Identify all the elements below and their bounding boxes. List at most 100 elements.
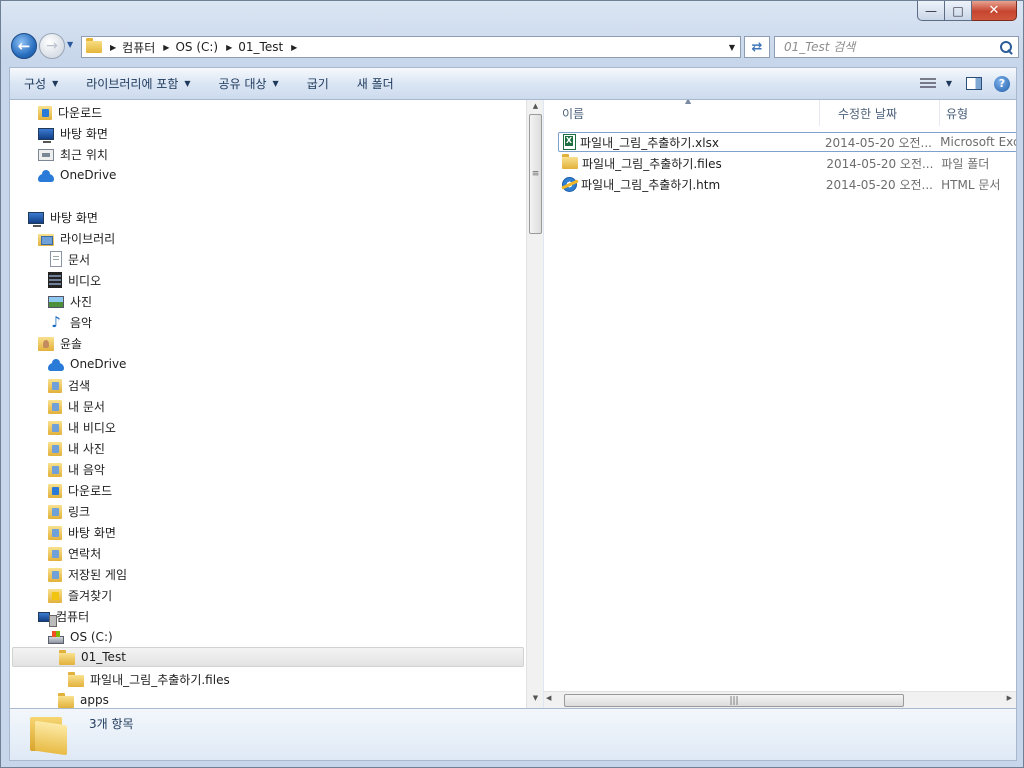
maximize-icon: □ (952, 3, 964, 18)
close-icon: ✕ (988, 3, 1000, 18)
back-arrow-icon: ← (17, 37, 31, 55)
sidebar-item-my-videos[interactable]: 내 비디오 (48, 417, 116, 437)
navigation-bar: ← → ▼ ▶ 컴퓨터 ▶ OS (C:) ▶ 01_Test ▶ ▼ ⇄ (9, 31, 1019, 63)
sidebar-item-documents[interactable]: 문서 (48, 249, 90, 269)
sidebar-item-label: 다운로드 (68, 483, 113, 498)
new-folder-button[interactable]: 새 폴더 (343, 68, 408, 99)
include-in-library-button[interactable]: 라이브러리에 포함 ▼ (72, 68, 204, 99)
sidebar-item-label: 즐겨찾기 (68, 588, 113, 603)
my-documents-icon (48, 399, 62, 414)
sidebar-item-onedrive[interactable]: OneDrive (38, 165, 116, 185)
address-history-dropdown-icon[interactable]: ▼ (724, 43, 740, 52)
refresh-button[interactable]: ⇄ (744, 36, 770, 58)
sidebar-item-user-onedrive[interactable]: OneDrive (48, 354, 126, 374)
sidebar-item-apps[interactable]: apps (58, 690, 109, 708)
forward-button[interactable]: → (39, 33, 65, 59)
organize-button[interactable]: 구성 ▼ (10, 68, 72, 99)
sidebar-item-pictures[interactable]: 사진 (48, 291, 92, 311)
scroll-right-icon[interactable]: ▶ (1007, 694, 1012, 702)
excel-file-icon (563, 134, 576, 150)
preview-pane-button[interactable] (960, 71, 988, 97)
scrollbar-thumb[interactable]: ||| (564, 694, 904, 707)
share-with-button[interactable]: 공유 대상 ▼ (205, 68, 293, 99)
include-in-library-label: 라이브러리에 포함 (86, 77, 179, 91)
sidebar-item-files-folder[interactable]: 파일내_그림_추출하기.files (68, 669, 230, 689)
file-list-horizontal-scrollbar[interactable]: ◀ ||| ▶ (544, 691, 1016, 708)
sidebar-item-user-downloads[interactable]: 다운로드 (48, 480, 112, 500)
breadcrumb-separator-icon[interactable]: ▶ (291, 43, 297, 52)
back-button[interactable]: ← (11, 33, 37, 59)
navigation-pane-scrollbar[interactable]: ▲ ≡ ▼ (526, 100, 543, 708)
sidebar-item-saved-games[interactable]: 저장된 게임 (48, 564, 127, 584)
sidebar-item-label: OneDrive (70, 357, 127, 371)
breadcrumb-folder[interactable]: 01_Test (238, 40, 283, 54)
main-area: 다운로드 바탕 화면 최근 위치 OneDrive 바탕 화면 라이브러리 문서… (9, 99, 1017, 709)
table-row[interactable]: 파일내_그림_추출하기.xlsx 2014-05-20 오전... Micros… (558, 132, 1016, 152)
libraries-icon (38, 233, 54, 246)
sidebar-item-music[interactable]: ♪ 음악 (48, 312, 92, 332)
navigation-pane[interactable]: 다운로드 바탕 화면 최근 위치 OneDrive 바탕 화면 라이브러리 문서… (10, 100, 526, 708)
help-button[interactable]: ? (988, 71, 1016, 97)
sidebar-item-contacts[interactable]: 연락처 (48, 543, 101, 563)
close-button[interactable]: ✕ (972, 1, 1017, 21)
folder-icon (30, 715, 67, 756)
breadcrumb-separator-icon[interactable]: ▶ (226, 43, 232, 52)
sidebar-item-user-desktop[interactable]: 바탕 화면 (48, 522, 116, 542)
links-folder-icon (48, 504, 62, 519)
explorer-window: — □ ✕ ← → ▼ ▶ 컴퓨터 ▶ OS (C:) ▶ 01_Test ▶ … (0, 0, 1024, 768)
breadcrumb-computer[interactable]: 컴퓨터 (122, 39, 155, 56)
change-view-button[interactable]: ▼ (912, 71, 960, 97)
sidebar-item-01-test[interactable]: 01_Test (12, 647, 524, 667)
sidebar-item-videos[interactable]: 비디오 (48, 270, 101, 290)
scrollbar-thumb[interactable]: ≡ (529, 114, 542, 234)
breadcrumb-separator-icon[interactable]: ▶ (110, 43, 116, 52)
sidebar-item-my-documents[interactable]: 내 문서 (48, 396, 105, 416)
sidebar-item-my-pictures[interactable]: 내 사진 (48, 438, 105, 458)
sidebar-item-favorites[interactable]: 즐겨찾기 (48, 585, 112, 605)
scroll-left-icon[interactable]: ◀ (546, 694, 551, 702)
my-videos-icon (48, 420, 62, 435)
refresh-icon: ⇄ (751, 39, 763, 55)
address-bar[interactable]: ▶ 컴퓨터 ▶ OS (C:) ▶ 01_Test ▶ ▼ (81, 36, 741, 58)
sidebar-item-links[interactable]: 링크 (48, 501, 90, 521)
command-bar: 구성 ▼ 라이브러리에 포함 ▼ 공유 대상 ▼ 굽기 새 폴더 ▼ ? (9, 67, 1017, 99)
sidebar-item-user[interactable]: 윤솔 (38, 333, 82, 353)
sidebar-item-downloads[interactable]: 다운로드 (38, 102, 102, 122)
sidebar-item-os-drive[interactable]: OS (C:) (48, 627, 113, 647)
sidebar-item-searches[interactable]: 검색 (48, 375, 90, 395)
sidebar-item-label: 바탕 화면 (60, 126, 108, 141)
sidebar-item-recent-places[interactable]: 최근 위치 (38, 144, 108, 164)
search-box[interactable] (774, 36, 1019, 58)
maximize-button[interactable]: □ (945, 1, 972, 21)
sidebar-item-desktop[interactable]: 바탕 화면 (38, 123, 108, 143)
sidebar-item-libraries[interactable]: 라이브러리 (38, 228, 115, 248)
file-date: 2014-05-20 오전... (824, 135, 932, 150)
sidebar-item-label: 검색 (68, 378, 91, 393)
recent-pages-dropdown[interactable]: ▼ (67, 40, 77, 50)
sidebar-item-my-music[interactable]: 내 음악 (48, 459, 105, 479)
search-icon[interactable] (1000, 40, 1013, 54)
downloads-folder-icon (48, 483, 62, 498)
breadcrumb-separator-icon[interactable]: ▶ (163, 43, 169, 52)
burn-button[interactable]: 굽기 (293, 68, 343, 99)
sidebar-item-label: 다운로드 (58, 105, 103, 120)
search-input[interactable] (784, 40, 984, 54)
minimize-icon: — (925, 3, 937, 18)
sidebar-item-desktop-root[interactable]: 바탕 화면 (28, 207, 98, 227)
breadcrumb-drive[interactable]: OS (C:) (175, 40, 218, 54)
column-header-date[interactable]: 수정한 날짜 (820, 100, 940, 126)
file-list-pane[interactable]: ▲ 이름 수정한 날짜 유형 파일내_그림_추출하기.xlsx 2014-05-… (544, 100, 1016, 708)
scroll-down-icon[interactable]: ▼ (527, 694, 544, 706)
sidebar-item-computer[interactable]: 컴퓨터 (38, 606, 89, 627)
view-controls: ▼ ? (912, 71, 1016, 97)
column-header-name[interactable]: ▲ 이름 (544, 100, 820, 126)
minimize-button[interactable]: — (917, 1, 945, 21)
sidebar-item-label: 사진 (70, 294, 93, 309)
sidebar-item-label: 연락처 (68, 546, 102, 561)
desktop-icon (28, 211, 44, 227)
table-row[interactable]: 파일내_그림_추출하기.htm 2014-05-20 오전... HTML 문서 (558, 174, 1016, 194)
scroll-up-icon[interactable]: ▲ (527, 102, 544, 114)
table-row[interactable]: 파일내_그림_추출하기.files 2014-05-20 오전... 파일 폴더 (558, 153, 1016, 173)
help-icon: ? (994, 75, 1010, 92)
column-header-type[interactable]: 유형 (940, 100, 1016, 126)
